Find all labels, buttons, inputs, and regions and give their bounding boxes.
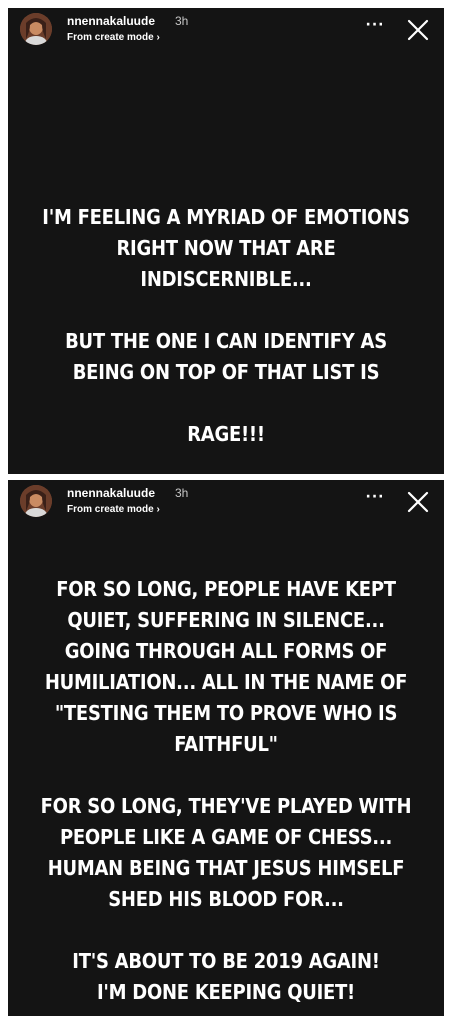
story-line: FOR SO LONG, THEY'VE PLAYED WITH xyxy=(40,794,412,818)
story-line: I'M FEELING A MYRIAD OF EMOTIONS xyxy=(42,205,410,229)
avatar[interactable] xyxy=(20,13,52,45)
username[interactable]: nnennakaluude xyxy=(67,14,155,28)
story-text: I'M FEELING A MYRIAD OF EMOTIONS RIGHT N… xyxy=(30,202,422,450)
story-line: HUMILIATION... ALL IN THE NAME OF xyxy=(44,670,408,694)
timestamp: 3h xyxy=(175,486,189,500)
chevron-right-icon: › xyxy=(156,32,160,43)
create-mode-link[interactable]: From create mode › xyxy=(67,504,160,515)
story-line: HUMAN BEING THAT JESUS HIMSELF xyxy=(47,856,405,880)
story-line: INDISCERNIBLE... xyxy=(140,267,312,291)
story-text: FOR SO LONG, PEOPLE HAVE KEPT QUIET, SUF… xyxy=(30,574,422,1008)
more-options-icon[interactable]: ··· xyxy=(364,486,386,508)
close-icon[interactable] xyxy=(406,490,430,514)
story-line: FOR SO LONG, PEOPLE HAVE KEPT xyxy=(56,577,396,601)
story-line: BUT THE ONE I CAN IDENTIFY AS xyxy=(65,329,387,353)
create-mode-label: From create mode xyxy=(67,504,154,515)
story-line: RAGE!!! xyxy=(187,422,265,446)
chevron-right-icon: › xyxy=(156,504,160,515)
story-card-1[interactable]: nnennakaluude 3h From create mode › ··· … xyxy=(8,8,444,474)
story-line: QUIET, SUFFERING IN SILENCE... xyxy=(67,608,385,632)
story-line: PEOPLE LIKE A GAME OF CHESS... xyxy=(59,825,393,849)
avatar[interactable] xyxy=(20,485,52,517)
create-mode-link[interactable]: From create mode › xyxy=(67,32,160,43)
create-mode-label: From create mode xyxy=(67,32,154,43)
story-line: FAITHFUL" xyxy=(174,732,278,756)
story-line: I'M DONE KEEPING QUIET! xyxy=(97,980,355,1004)
username[interactable]: nnennakaluude xyxy=(67,486,155,500)
timestamp: 3h xyxy=(175,14,189,28)
story-line: "TESTING THEM TO PROVE WHO IS xyxy=(54,701,398,725)
story-line: GOING THROUGH ALL FORMS OF xyxy=(64,639,388,663)
close-icon[interactable] xyxy=(406,18,430,42)
story-line: RIGHT NOW THAT ARE xyxy=(116,236,336,260)
story-line: SHED HIS BLOOD FOR... xyxy=(108,887,344,911)
more-options-icon[interactable]: ··· xyxy=(364,14,386,36)
story-line: IT'S ABOUT TO BE 2019 AGAIN! xyxy=(72,949,380,973)
story-line: BEING ON TOP OF THAT LIST IS xyxy=(72,360,380,384)
story-card-2[interactable]: nnennakaluude 3h From create mode › ··· … xyxy=(8,480,444,1016)
